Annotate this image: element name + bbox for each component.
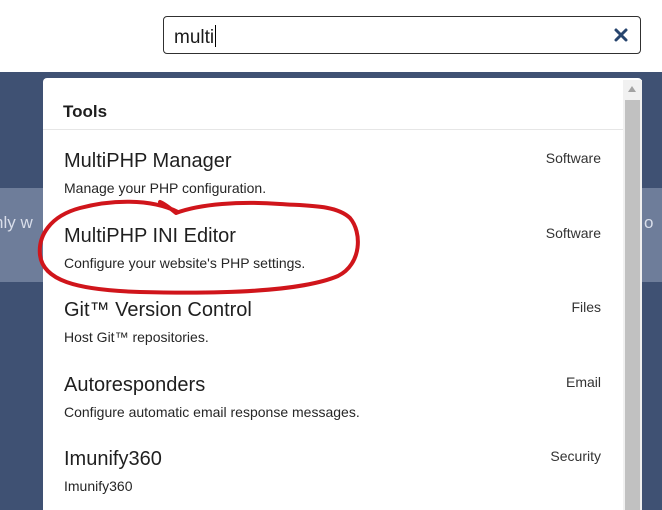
result-category: Files bbox=[571, 299, 601, 315]
background-banner-text-right: o bbox=[644, 213, 654, 232]
heading-divider bbox=[43, 129, 623, 130]
result-title: MultiPHP Manager bbox=[64, 150, 232, 172]
result-item-autoresponders[interactable]: Autoresponders Configure automatic email… bbox=[43, 374, 623, 448]
background-banner-text-left: nly w bbox=[0, 213, 33, 232]
close-icon[interactable] bbox=[612, 26, 630, 44]
search-input[interactable]: multi bbox=[163, 16, 641, 54]
result-category: Security bbox=[550, 448, 601, 464]
search-results-dropdown: Tools MultiPHP Manager Manage your PHP c… bbox=[43, 78, 642, 510]
results-group-heading: Tools bbox=[63, 102, 108, 121]
search-value[interactable]: multi bbox=[174, 25, 217, 49]
result-description: Manage your PHP configuration. bbox=[64, 180, 267, 196]
result-description: Configure your website's PHP settings. bbox=[64, 255, 306, 271]
result-item-git-version-control[interactable]: Git™ Version Control Host Git™ repositor… bbox=[43, 299, 623, 373]
result-title: MultiPHP INI Editor bbox=[64, 225, 236, 247]
result-item-imunify360[interactable]: Imunify360 Imunify360 Security bbox=[43, 448, 623, 510]
result-title: Autoresponders bbox=[64, 374, 206, 396]
result-item-multiphp-manager[interactable]: MultiPHP Manager Manage your PHP configu… bbox=[43, 150, 623, 224]
result-description: Host Git™ repositories. bbox=[64, 329, 209, 345]
scrollbar-thumb[interactable] bbox=[625, 100, 640, 510]
dropdown-scrollbar[interactable] bbox=[623, 80, 642, 510]
result-description: Configure automatic email response messa… bbox=[64, 404, 360, 420]
top-header: multi bbox=[0, 0, 662, 72]
text-caret bbox=[215, 25, 217, 47]
result-category: Software bbox=[545, 150, 601, 166]
scroll-up-arrow-icon[interactable] bbox=[628, 86, 636, 92]
search-query-text: multi bbox=[174, 27, 215, 48]
result-item-multiphp-ini-editor[interactable]: MultiPHP INI Editor Configure your websi… bbox=[43, 225, 623, 299]
result-title: Imunify360 bbox=[64, 448, 162, 470]
result-description: Imunify360 bbox=[64, 478, 133, 494]
result-title: Git™ Version Control bbox=[64, 299, 252, 321]
result-category: Email bbox=[565, 374, 601, 390]
result-category: Software bbox=[545, 225, 601, 241]
